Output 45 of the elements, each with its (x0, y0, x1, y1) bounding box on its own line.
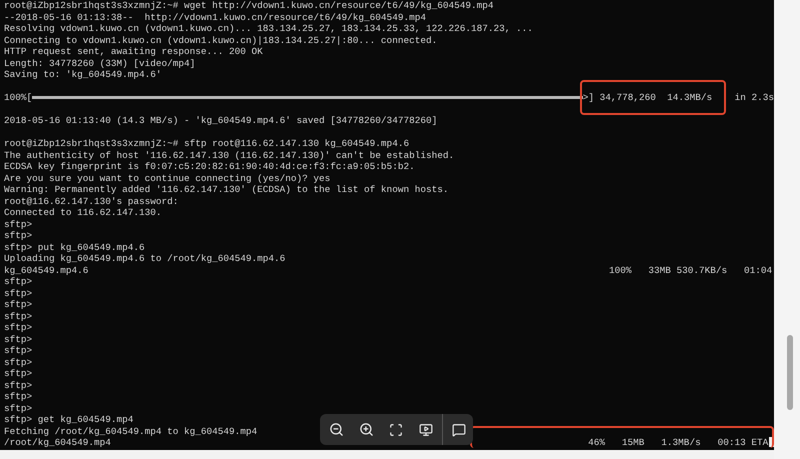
terminal-line: Saving to: 'kg_604549.mp4.6' (4, 69, 162, 80)
terminal-line: --2018-05-16 01:13:38-- http://vdown1.kuwo.cn/resource/t6/49/kg_604549.mp4 (4, 12, 426, 22)
terminal-line: sftp> (4, 288, 32, 298)
zoom-out-icon[interactable] (329, 422, 344, 437)
terminal-line: root@iZbp12sbr1hqst3s3xzmnjZ:~# wget http://vdown1.kuwo.cn/resource/t6/49/kg_604549.mp4 (4, 0, 494, 11)
transfer-stats: 46% 15MB 1.3MB/s 00:13 ETA (588, 437, 768, 448)
zoom-in-icon[interactable] (359, 422, 374, 437)
terminal-line: root@iZbp12sbr1hqst3s3xzmnjZ:~# sftp root@116.62.147.130 kg_604549.mp4.6 (4, 138, 410, 149)
terminal-line: sftp> (4, 230, 32, 241)
progress-stats: >] 34,778,260 14.3MB/s in 2.3s (582, 92, 774, 104)
terminal-line: root@116.62.147.130's password: (4, 196, 178, 206)
terminal-line: sftp> (4, 345, 32, 356)
scrollbar-thumb[interactable] (787, 335, 793, 410)
terminal-line: sftp> put kg_604549.mp4.6 (4, 242, 145, 252)
terminal-line: Connected to 116.62.147.130. (4, 207, 162, 218)
terminal-line: Uploading kg_604549.mp4.6 to /root/kg_604549.mp4.6 (4, 253, 286, 264)
terminal-line: Resolving vdown1.kuwo.cn (vdown1.kuwo.cn)... 183.134.25.27, 183.134.25.33, 122.226.187.23, ... (4, 23, 533, 34)
terminal-line: sftp> (4, 276, 32, 287)
terminal-line: sftp> (4, 391, 32, 402)
terminal-line: sftp> (4, 310, 32, 322)
terminal-line: sftp> (4, 356, 32, 368)
progress-percent: 100%[ (4, 92, 32, 104)
terminal-line: The authenticity of host '116.62.147.130 (116.62.147.130)' can't be established. (4, 150, 454, 160)
terminal-line: sftp> (4, 334, 32, 344)
terminal-line: sftp> (4, 218, 32, 230)
terminal-line: sftp> get kg_604549.mp4 (4, 414, 134, 425)
terminal-line: sftp> (4, 402, 32, 414)
terminal-line: Length: 34778260 (33M) [video/mp4] (4, 58, 196, 68)
terminal-line: Warning: Permanently added '116.62.147.130' (ECDSA) to the list of known hosts. (4, 184, 448, 195)
terminal-line: sftp> (4, 299, 32, 310)
terminal-line: sftp> (4, 380, 32, 390)
terminal-line: sftp> (4, 368, 32, 379)
terminal-line: HTTP request sent, awaiting response... 200 OK (4, 46, 263, 57)
terminal-line: Are you sure you want to continue connecting (yes/no)? yes (4, 172, 330, 184)
transfer-stats: 100% 33MB 530.7KB/s 01:04 (609, 264, 772, 276)
comment-icon[interactable] (452, 422, 466, 436)
terminal-line: 2018-05-16 01:13:40 (14.3 MB/s) - 'kg_604549.mp4.6' saved [34778260/34778260] (4, 115, 438, 126)
terminal-line: Fetching /root/kg_604549.mp4 to kg_604549.mp4 (4, 426, 258, 436)
slideshow-icon[interactable] (419, 422, 433, 436)
terminal-line: kg_604549.mp4.6 (4, 264, 90, 276)
fit-screen-icon[interactable] (389, 422, 403, 436)
terminal-line: sftp> (4, 322, 32, 333)
terminal-line: /root/kg_604549.mp4 (4, 437, 112, 448)
terminal-line: Connecting to vdown1.kuwo.cn (vdown1.kuwo.cn)|183.134.25.27|:80... connected. (4, 34, 438, 46)
terminal-line: ECDSA key fingerprint is f0:07:c5:20:82:61:90:40:4d:ce:f3:fc:a9:05:b5:b2. (4, 161, 415, 172)
